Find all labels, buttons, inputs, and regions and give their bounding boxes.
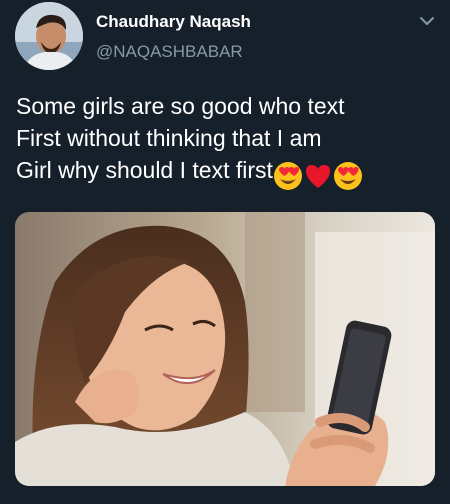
heart-eyes-emoji-icon: [333, 161, 362, 190]
tweet-photo[interactable]: [15, 212, 435, 486]
avatar-image: [15, 2, 83, 70]
avatar[interactable]: [15, 2, 83, 70]
tweet-text-line: First without thinking that I am: [16, 125, 322, 151]
emoji-group: [273, 158, 363, 191]
tweet-text: Some girls are so good who text First wi…: [16, 90, 436, 191]
heart-eyes-emoji-icon: [273, 161, 302, 190]
tweet-text-line-3: Girl why should I text first: [16, 157, 273, 183]
tweet-text-line: Some girls are so good who text: [16, 93, 345, 119]
chevron-down-icon[interactable]: [418, 12, 436, 30]
photo-girl-with-phone: [15, 212, 435, 486]
red-heart-emoji-icon: [305, 164, 330, 188]
tweet-text-line: Girl why should I text first: [16, 154, 436, 191]
tweet-card[interactable]: Chaudhary Naqash @NAQASHBABAR Some girls…: [0, 0, 450, 504]
author-handle[interactable]: @NAQASHBABAR: [96, 42, 243, 62]
author-name[interactable]: Chaudhary Naqash: [96, 12, 251, 32]
